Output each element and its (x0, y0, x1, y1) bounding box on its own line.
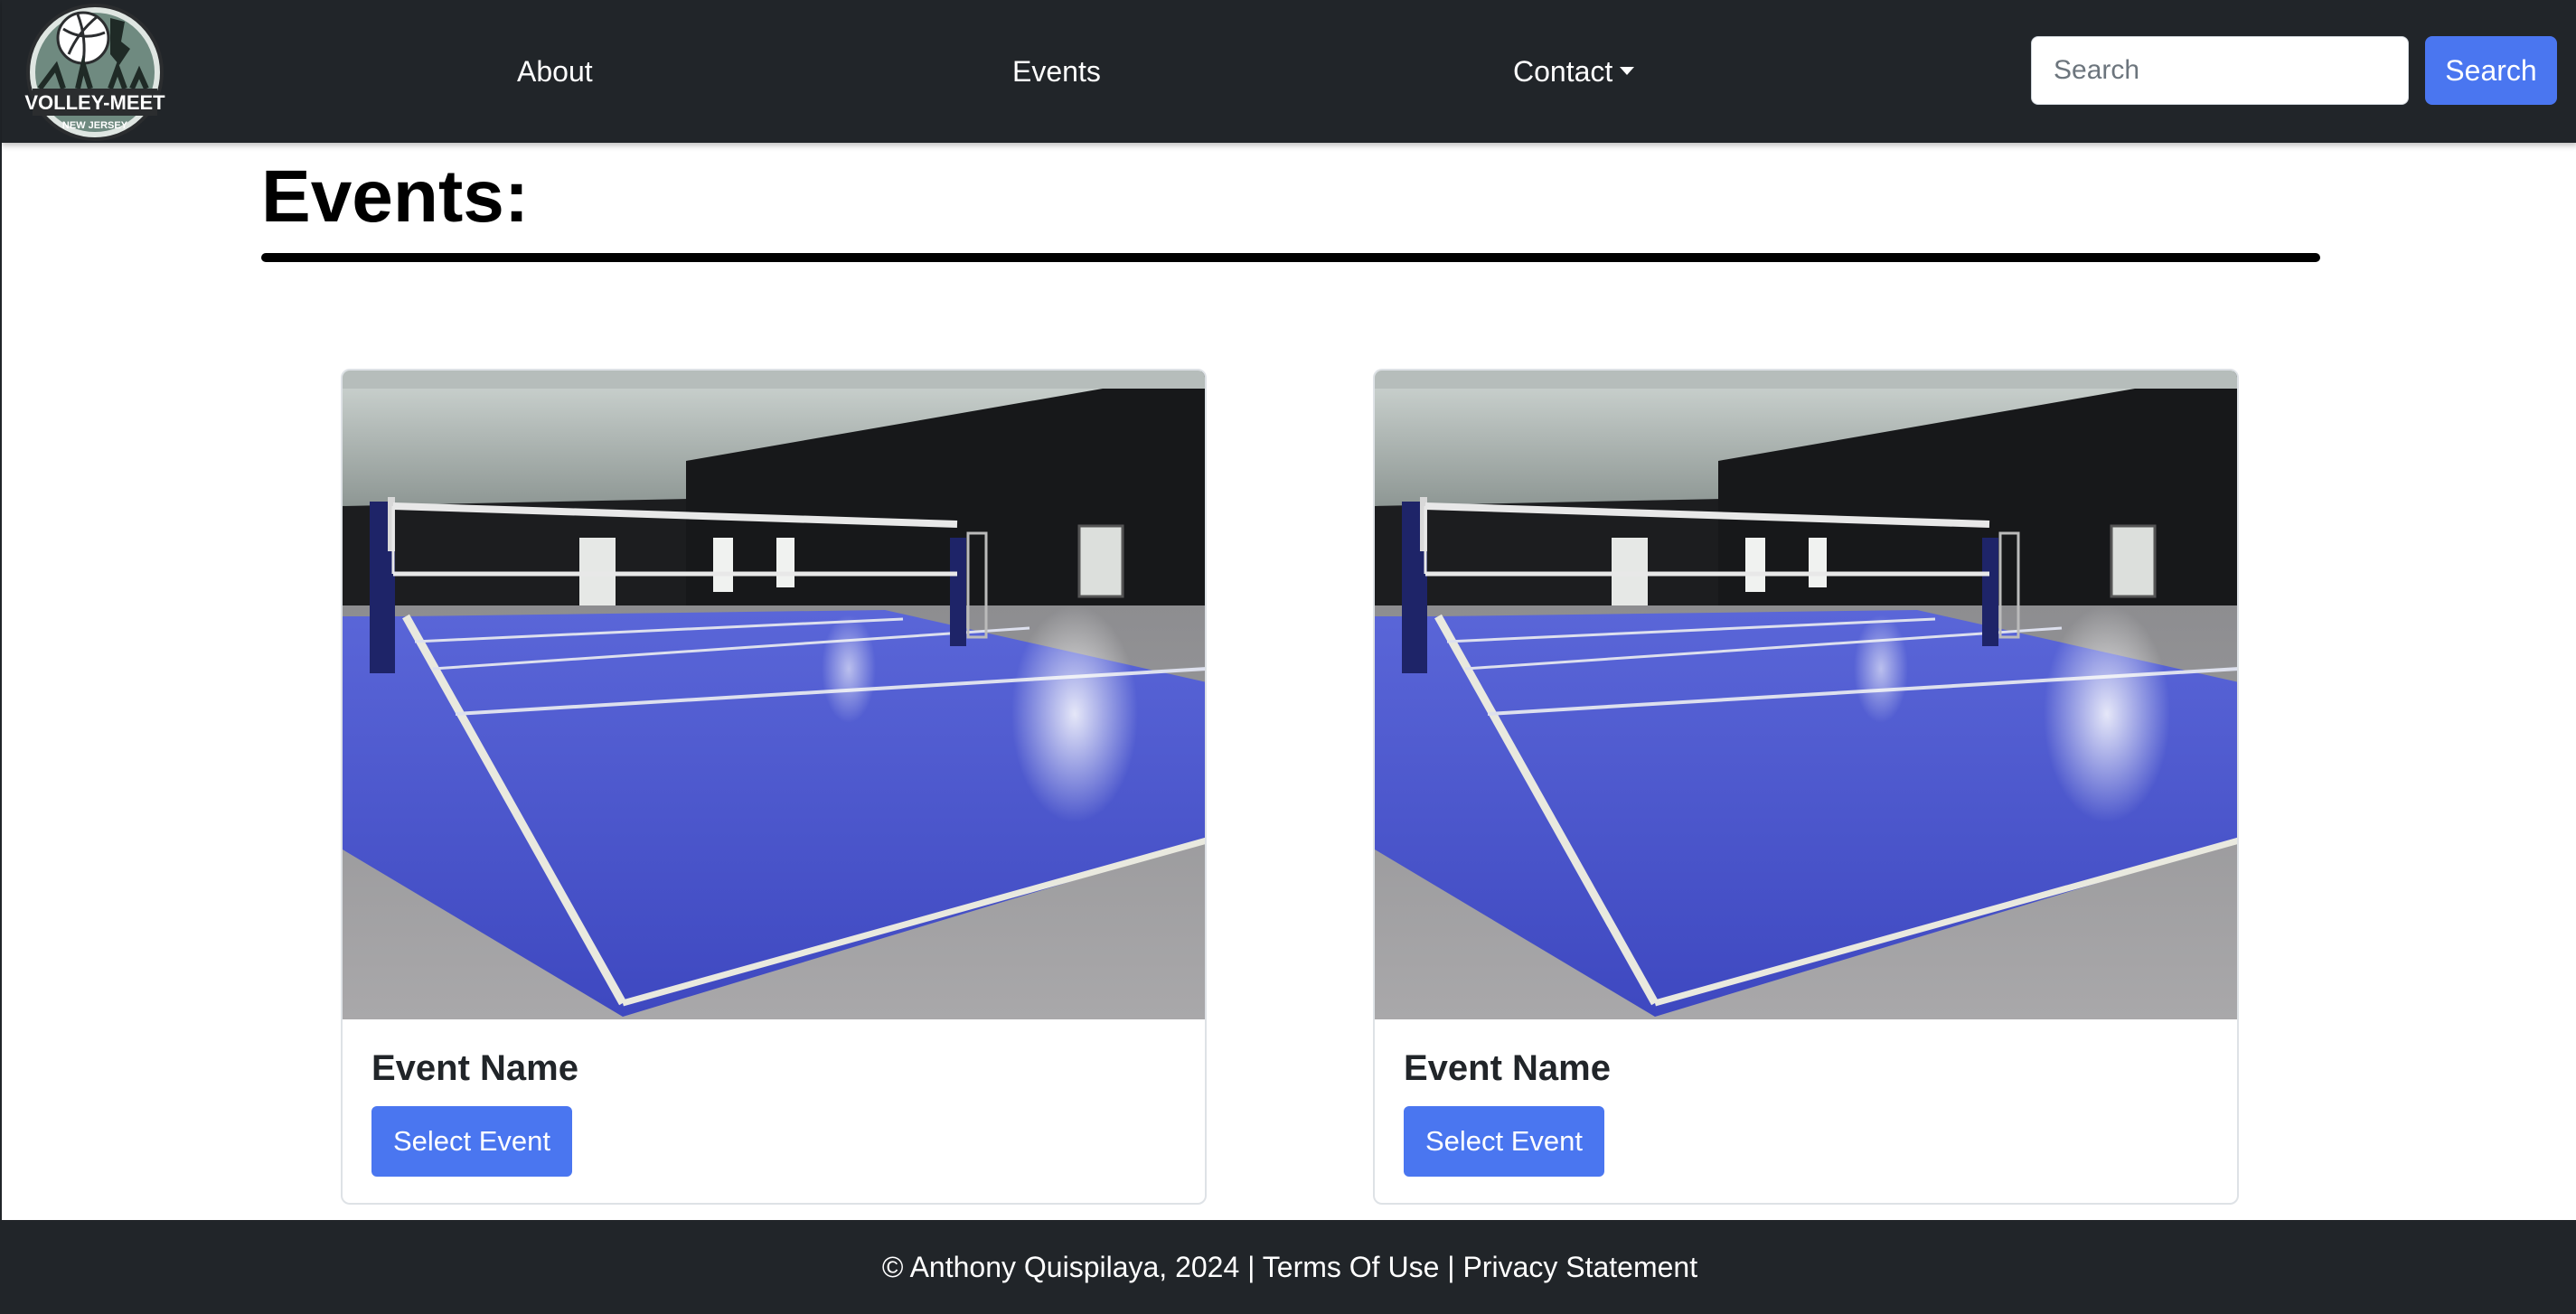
footer-text: © Anthony Quispilaya, 2024 | Terms Of Us… (2, 1220, 2576, 1314)
event-name: Event Name (371, 1048, 578, 1088)
logo-text: VOLLEY-MEET (24, 91, 165, 114)
navbar: VOLLEY-MEET NEW JERSEY About Events Cont… (2, 0, 2576, 143)
search-button[interactable]: Search (2425, 36, 2557, 105)
footer-separator: | (1447, 1251, 1455, 1283)
select-event-button[interactable]: Select Event (371, 1106, 572, 1177)
page-title: Events: (261, 155, 530, 238)
footer: © Anthony Quispilaya, 2024 | Terms Of Us… (2, 1220, 2576, 1314)
select-event-button[interactable]: Select Event (1404, 1106, 1604, 1177)
nav-contact-dropdown[interactable]: Contact (1513, 51, 1635, 92)
title-divider (261, 253, 2320, 262)
footer-separator: | (1247, 1251, 1255, 1283)
nav-about-link[interactable]: About (517, 51, 593, 92)
privacy-statement-link[interactable]: Privacy Statement (1462, 1251, 1697, 1283)
event-card: Event Name Select Event (341, 369, 1207, 1205)
nav-contact-label: Contact (1513, 55, 1613, 88)
copyright-text: © Anthony Quispilaya, 2024 (881, 1251, 1240, 1283)
event-card: Event Name Select Event (1373, 369, 2239, 1205)
search-input[interactable] (2031, 36, 2409, 105)
nav-events-link[interactable]: Events (1012, 51, 1101, 92)
terms-of-use-link[interactable]: Terms Of Use (1263, 1251, 1440, 1283)
event-name: Event Name (1404, 1048, 1611, 1088)
caret-down-icon (1620, 67, 1635, 76)
logo-subtext: NEW JERSEY (62, 120, 128, 131)
event-image (1375, 371, 2239, 1019)
event-image (343, 371, 1207, 1019)
volley-meet-logo[interactable]: VOLLEY-MEET NEW JERSEY (24, 2, 166, 143)
